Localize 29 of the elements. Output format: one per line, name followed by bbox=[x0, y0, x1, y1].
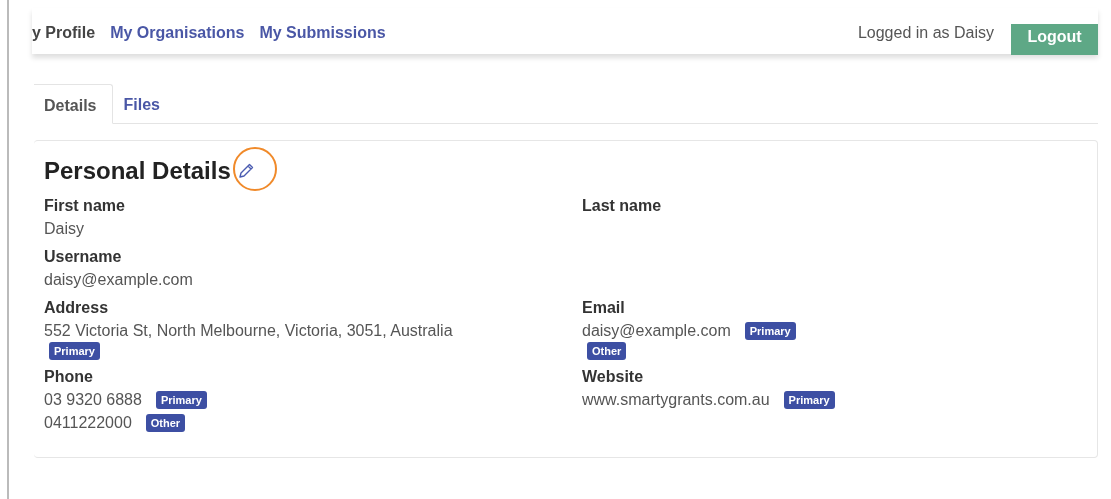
tag-badge: Primary bbox=[155, 390, 207, 409]
field-value: 0411222000 bbox=[44, 413, 132, 433]
nav-link[interactable]: My Submissions bbox=[259, 24, 386, 42]
field-value: Daisy bbox=[44, 219, 84, 239]
nav-link[interactable]: y Profile bbox=[32, 24, 96, 42]
field-label: Username bbox=[44, 247, 123, 267]
section-title: Personal Details bbox=[44, 157, 231, 185]
field-label: First name bbox=[44, 196, 126, 216]
tag-badge: Primary bbox=[783, 390, 835, 409]
field-label: Address bbox=[44, 298, 110, 318]
tag-badge: Other bbox=[587, 342, 627, 360]
field-value: daisy@example.com bbox=[582, 321, 731, 341]
edit-icon[interactable] bbox=[236, 162, 255, 180]
tab[interactable]: Files bbox=[113, 84, 176, 123]
field-value: daisy@example.com bbox=[44, 270, 193, 290]
field-label: Website bbox=[582, 367, 645, 387]
field-value: 03 9320 6888 bbox=[44, 390, 142, 410]
tab[interactable]: Details bbox=[34, 84, 114, 124]
tag-badge: Other bbox=[145, 413, 186, 432]
field-label: Last name bbox=[582, 196, 663, 216]
field-value: www.smartygrants.com.au bbox=[582, 390, 770, 410]
field-value: 552 Victoria St, North Melbourne, Victoria, 3051, Australia bbox=[44, 321, 453, 341]
field-label: Email bbox=[582, 298, 626, 318]
logged-in-text: Logged in as Daisy bbox=[857, 23, 994, 42]
highlight-circle bbox=[233, 147, 277, 191]
field-label: Phone bbox=[44, 367, 94, 387]
tag-badge: Primary bbox=[49, 342, 100, 360]
nav-link[interactable]: My Organisations bbox=[110, 24, 245, 42]
tag-badge: Primary bbox=[744, 321, 796, 340]
